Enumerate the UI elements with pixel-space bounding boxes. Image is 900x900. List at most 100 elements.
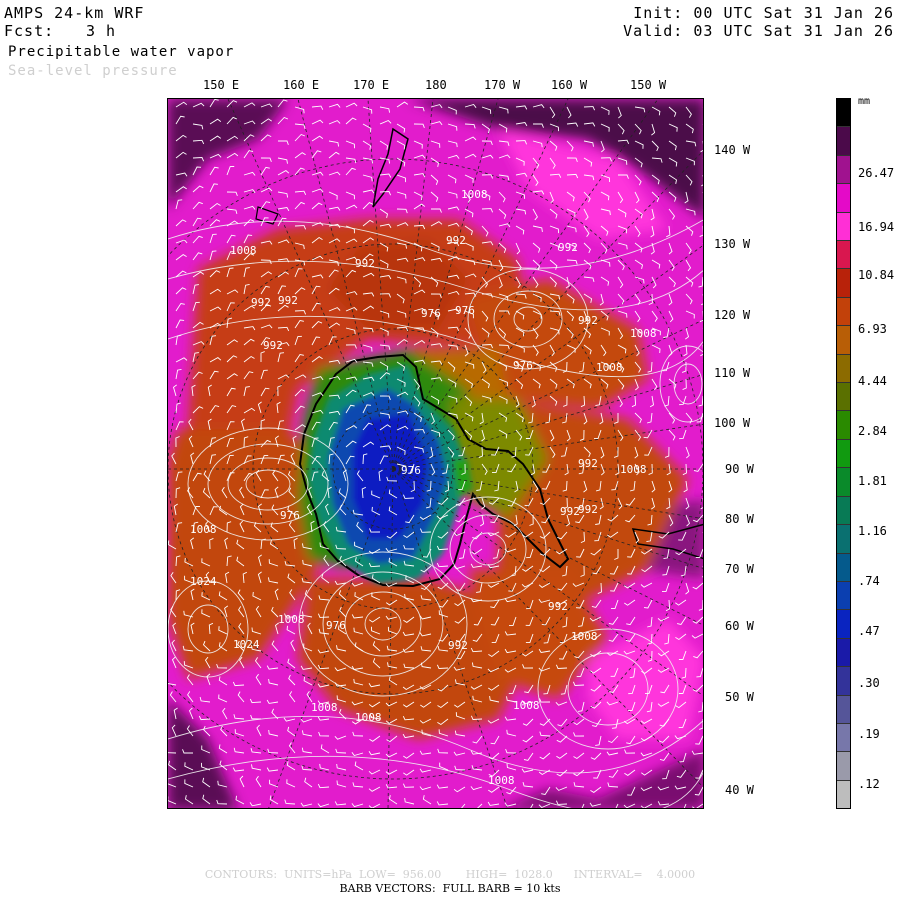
pressure-label: 992 xyxy=(578,503,598,516)
map-panel: 1008 992 992 976 976 992 1008 992 976 97… xyxy=(167,98,704,809)
wind-barb xyxy=(702,362,703,363)
lon-label: 150 E xyxy=(203,78,240,92)
pressure-label: 1024 xyxy=(233,638,260,651)
pressure-label: 1008 xyxy=(571,630,598,643)
colorbar-segment xyxy=(837,212,850,242)
colorbar-segment xyxy=(837,354,850,384)
colorbar-segment xyxy=(837,610,850,639)
colorbar-segment xyxy=(837,525,850,554)
lon-label: 150 W xyxy=(630,78,667,92)
right-lon-label: 120 W xyxy=(714,308,751,322)
colorbar-segment xyxy=(837,99,850,128)
wind-barb xyxy=(702,243,703,244)
precipitable-water-map: 1008 992 992 976 976 992 1008 992 976 97… xyxy=(168,99,703,808)
right-lon-label: 110 W xyxy=(714,366,751,380)
colorbar-segment xyxy=(837,383,850,412)
wind-barb xyxy=(702,328,703,329)
colorbar-segment xyxy=(837,752,850,781)
colorbar-label: 6.93 xyxy=(858,322,887,336)
colorbar-label: .74 xyxy=(858,574,880,588)
colorbar-segment xyxy=(837,780,850,809)
lon-label: 160 W xyxy=(551,78,588,92)
colorbar-label: 2.84 xyxy=(858,424,887,438)
colorbar-label: 16.94 xyxy=(858,220,895,234)
right-lon-label: 100 W xyxy=(714,416,751,430)
pressure-label: 992 xyxy=(578,314,598,327)
wind-barb xyxy=(702,532,703,534)
colorbar-segment xyxy=(837,581,850,611)
pressure-label: 1008 xyxy=(461,188,488,201)
right-lon-label: 70 W xyxy=(725,562,754,576)
forecast-value: 3 h xyxy=(86,22,117,40)
colorbar-segment xyxy=(837,411,850,440)
pressure-label: 992 xyxy=(251,296,271,309)
colorbar-segment xyxy=(837,667,850,696)
contour-info: CONTOURS: UNITS=hPa LOW= 956.00 HIGH= 10… xyxy=(204,868,696,881)
colorbar-segment xyxy=(837,439,850,469)
field-primary: Precipitable water vapor xyxy=(8,44,235,60)
colorbar-segment xyxy=(837,723,850,753)
right-lon-label: 90 W xyxy=(725,462,754,476)
field-secondary: Sea-level pressure xyxy=(8,63,178,79)
pressure-label: 1008 xyxy=(620,463,647,476)
model-title: AMPS 24-km WRF xyxy=(4,4,145,22)
pressure-label: 1008 xyxy=(513,699,540,712)
colorbar-segment xyxy=(837,155,850,185)
colorbar-segment xyxy=(837,241,850,270)
pressure-label: 1008 xyxy=(278,613,305,626)
right-lon-label: 140 W xyxy=(714,143,751,157)
wind-barb xyxy=(702,260,703,261)
right-lon-label: 130 W xyxy=(714,237,751,251)
lon-label: 170 W xyxy=(484,78,521,92)
colorbar-segment xyxy=(837,553,850,582)
colorbar-label: 26.47 xyxy=(858,166,895,180)
pressure-label: 992 xyxy=(446,234,466,247)
wind-barb xyxy=(702,447,703,448)
colorbar-segment xyxy=(837,695,850,724)
pressure-label: 976 xyxy=(513,359,533,372)
colorbar-segment xyxy=(837,496,850,526)
lon-label: 160 E xyxy=(283,78,320,92)
wind-barb xyxy=(702,209,703,210)
pressure-label: 992 xyxy=(355,257,375,270)
colorbar-label: .19 xyxy=(858,727,880,741)
valid-time: Valid: 03 UTC Sat 31 Jan 26 xyxy=(623,22,894,40)
colorbar-label: 10.84 xyxy=(858,268,895,282)
pressure-label: 992 xyxy=(560,505,580,518)
right-lon-label: 50 W xyxy=(725,690,754,704)
wind-barb xyxy=(702,158,703,159)
colorbar-segment xyxy=(837,297,850,327)
right-lon-label: 60 W xyxy=(725,619,754,633)
pressure-label: 992 xyxy=(548,600,568,613)
right-lon-label: 80 W xyxy=(725,512,754,526)
pressure-label: 992 xyxy=(278,294,298,307)
lon-label: 170 E xyxy=(353,78,390,92)
colorbar-label: 1.16 xyxy=(858,524,887,538)
wind-barb xyxy=(702,107,703,108)
wind-barb xyxy=(702,124,703,125)
colorbar-unit: mm xyxy=(858,96,871,107)
colorbar-label: .12 xyxy=(858,777,880,791)
pressure-label: 992 xyxy=(263,339,283,352)
colorbar-segment xyxy=(837,127,850,156)
colorbar-segment xyxy=(837,269,850,298)
colorbar-segment xyxy=(837,638,850,668)
wind-barb xyxy=(702,379,703,380)
colorbar-label: .30 xyxy=(858,676,880,690)
wind-barb xyxy=(702,430,703,431)
barb-info: BARB VECTORS: FULL BARB = 10 kts xyxy=(339,882,561,895)
forecast-label: Fcst: xyxy=(4,22,55,40)
colorbar-segment xyxy=(837,468,850,497)
colorbar-segment xyxy=(837,326,850,355)
right-lon-label: 40 W xyxy=(725,783,754,797)
init-time: Init: 00 UTC Sat 31 Jan 26 xyxy=(633,4,894,22)
wind-barb xyxy=(702,192,703,194)
colorbar xyxy=(836,98,851,809)
colorbar-label: 1.81 xyxy=(858,474,887,488)
lon-label: 180 xyxy=(425,78,447,92)
colorbar-segment xyxy=(837,184,850,213)
pressure-label: 976 xyxy=(326,619,346,632)
colorbar-label: 4.44 xyxy=(858,374,887,388)
pressure-label: 992 xyxy=(578,457,598,470)
pressure-label: 1008 xyxy=(630,327,657,340)
